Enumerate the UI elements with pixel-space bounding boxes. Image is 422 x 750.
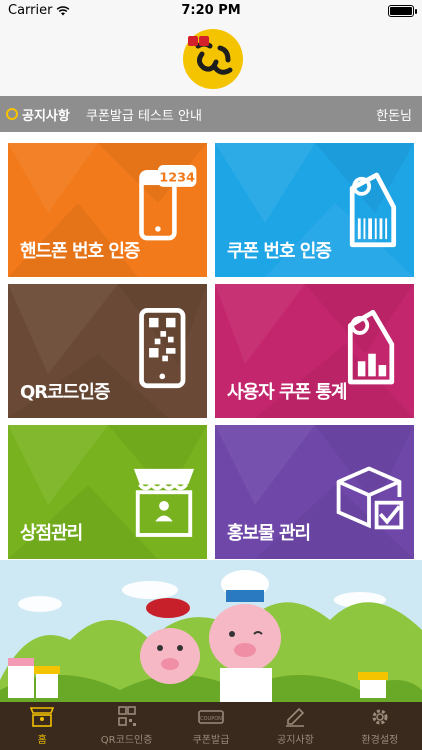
stats-tag-icon (347, 309, 395, 385)
store-icon (30, 707, 55, 727)
clock: 7:20 PM (181, 3, 241, 18)
notice-title: 공지사항 (22, 109, 70, 124)
phone-1234-icon: 1234 (139, 164, 197, 241)
app-header (0, 22, 422, 96)
tile-label: 상점관리 (20, 523, 83, 544)
notice-text[interactable]: 쿠폰발급 테스트 안내 (86, 105, 202, 124)
tab-label: 환경설정 (361, 735, 399, 746)
battery-icon (388, 5, 417, 17)
handon-logo-icon[interactable] (180, 26, 246, 92)
mascot-illustration (0, 570, 422, 702)
notice-bullet-icon (6, 108, 18, 120)
tab-coupon[interactable]: COUPON 쿠폰발급 (169, 702, 253, 750)
tile-phone-auth[interactable]: 1234 핸드폰 번호 인증 (8, 143, 207, 277)
barcode-tag-icon (349, 172, 397, 248)
qr-phone-icon (139, 307, 186, 389)
status-bar: Carrier 7:20 PM (0, 0, 422, 22)
tab-notice[interactable]: 공지사항 (253, 702, 337, 750)
notice-bar[interactable]: 공지사항 쿠폰발급 테스트 안내 한돈님 (0, 96, 422, 132)
phone-digits: 1234 (159, 170, 195, 185)
tab-settings[interactable]: 환경설정 (338, 702, 422, 750)
mascot-scene (0, 560, 422, 702)
tile-store-manage[interactable]: 상점관리 (8, 425, 207, 559)
tab-bar: 홈 QR코드인증 COUPON 쿠폰발급 공지사항 환경설정 (0, 702, 422, 750)
tab-home[interactable]: 홈 (0, 702, 84, 750)
tab-label: 홈 (37, 735, 47, 746)
tab-label: QR코드인증 (100, 735, 153, 746)
gear-icon (372, 709, 388, 725)
tab-label: 공지사항 (277, 735, 314, 746)
tile-label: 쿠폰 번호 인증 (227, 241, 332, 262)
tile-coupon-stats[interactable]: 사용자 쿠폰 통계 (215, 284, 414, 418)
tile-qr-auth[interactable]: QR코드인증 (8, 284, 207, 418)
user-name: 한돈님 (376, 109, 412, 124)
tile-promo-manage[interactable]: 홍보물 관리 (215, 425, 414, 559)
tile-coupon-auth[interactable]: 쿠폰 번호 인증 (215, 143, 414, 277)
tile-label: QR코드인증 (20, 382, 110, 403)
tab-label: 쿠폰발급 (192, 735, 230, 746)
tile-label: 사용자 쿠폰 통계 (227, 382, 347, 403)
tile-label: 홍보물 관리 (227, 523, 311, 544)
tab-qr[interactable]: QR코드인증 (84, 702, 168, 750)
store-icon (133, 468, 195, 537)
coupon-icon-text: COUPON (200, 716, 222, 722)
qr-icon (117, 706, 136, 726)
box-check-icon (336, 466, 404, 530)
coupon-icon: COUPON (198, 710, 224, 724)
pencil-icon (286, 707, 305, 727)
tile-label: 핸드폰 번호 인증 (20, 241, 140, 262)
